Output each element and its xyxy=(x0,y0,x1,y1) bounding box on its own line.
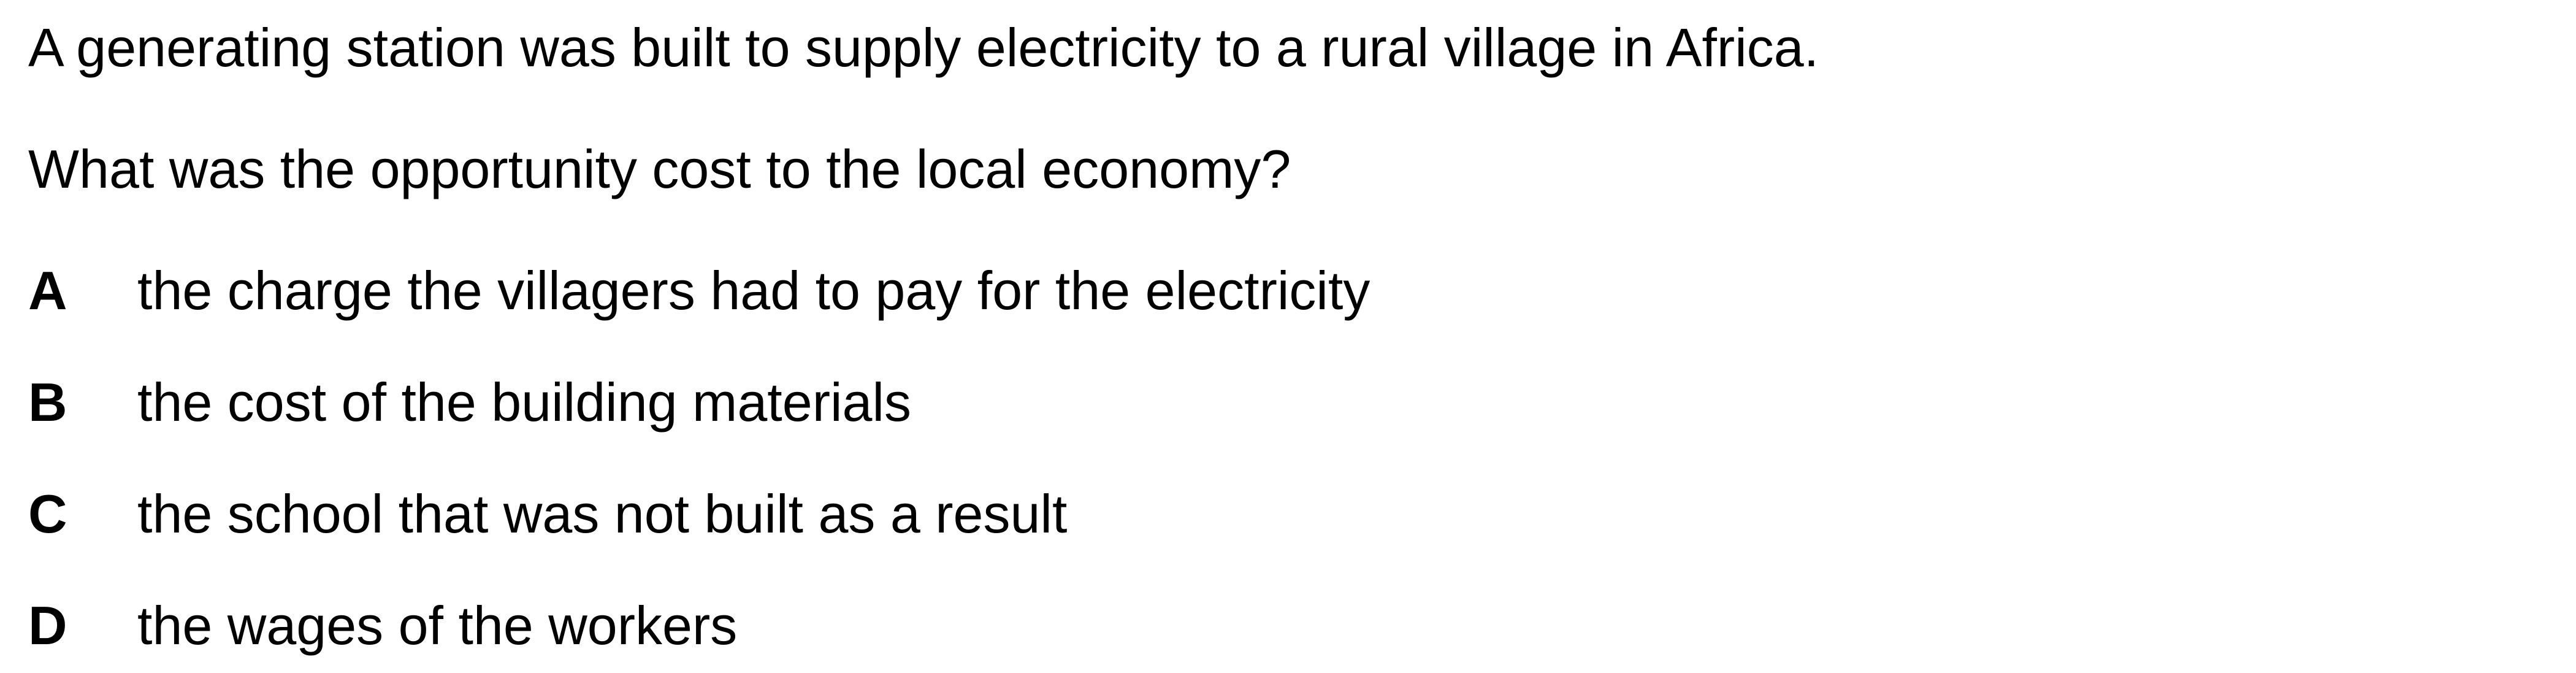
option-text: the school that was not built as a resul… xyxy=(137,483,1068,544)
option-text: the cost of the building materials xyxy=(137,372,912,433)
option-letter: A xyxy=(28,260,67,321)
option-letter: D xyxy=(28,595,67,656)
question-context: A generating station was built to supply… xyxy=(28,17,1819,78)
option-text: the charge the villagers had to pay for … xyxy=(137,260,1370,321)
option-letter: C xyxy=(28,483,67,544)
question-prompt: What was the opportunity cost to the loc… xyxy=(28,139,1291,199)
option-text: the wages of the workers xyxy=(137,595,738,656)
option-letter: B xyxy=(28,372,67,433)
